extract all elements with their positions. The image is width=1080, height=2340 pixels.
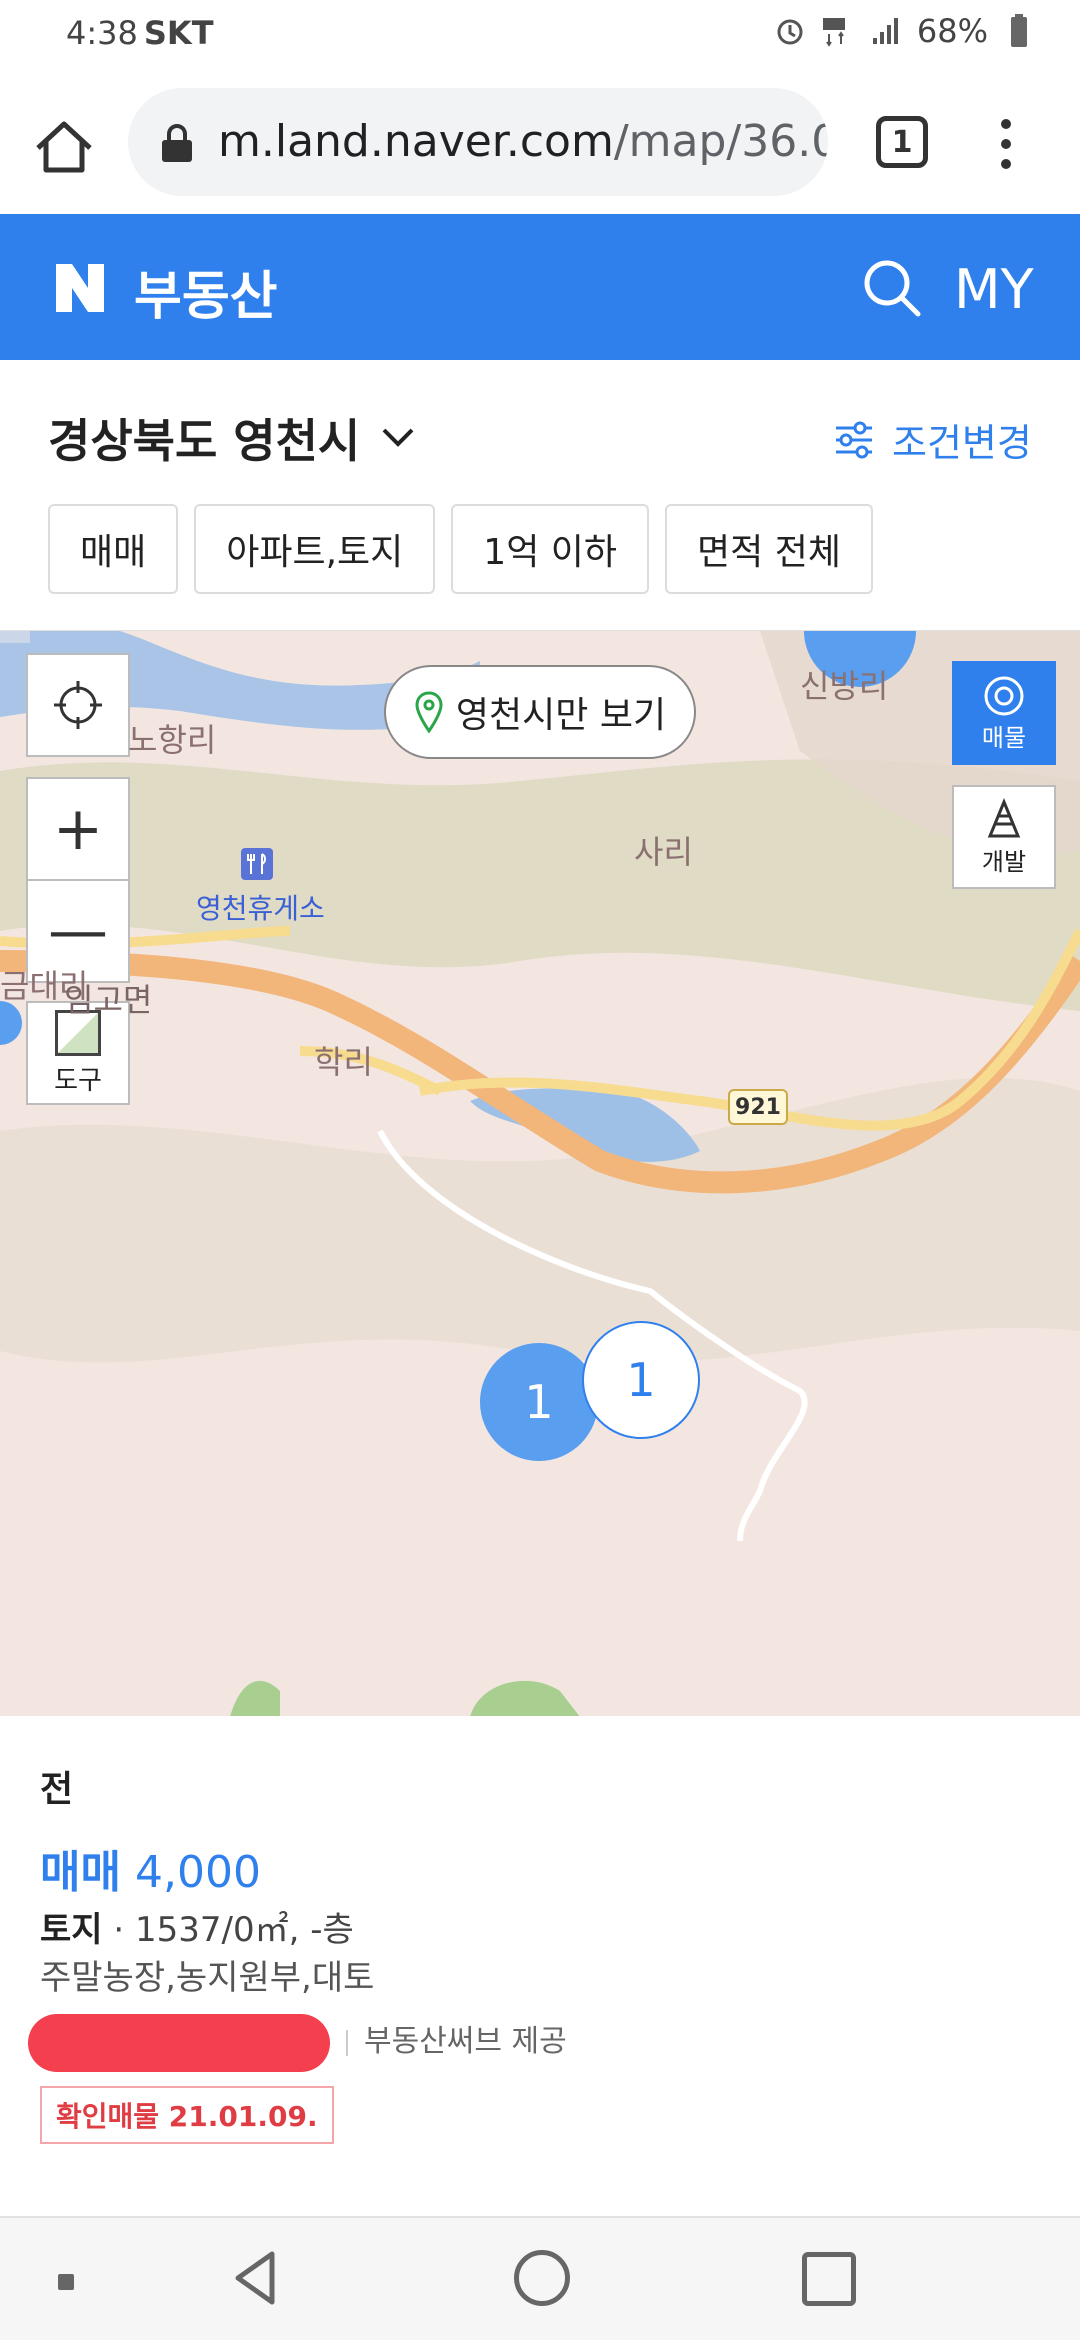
home-icon[interactable]	[28, 112, 100, 184]
agent-divider	[346, 2029, 348, 2056]
chevron-down-icon	[382, 428, 414, 447]
listing-cluster-selected[interactable]: 1	[582, 1321, 700, 1439]
change-conditions-label: 조건변경	[892, 421, 1032, 465]
lock-icon	[162, 124, 192, 162]
status-time: 4:38 SKT	[66, 14, 214, 52]
place-label: 노항리	[128, 721, 217, 759]
listing-layer-button[interactable]: 매물	[952, 661, 1056, 765]
deal-type: 매매	[40, 1847, 121, 1898]
place-label: 신방리	[800, 667, 889, 705]
map-background	[0, 631, 1080, 1716]
status-bar: 4:38 SKT 68%	[0, 0, 1080, 68]
my-button[interactable]: MY	[954, 258, 1034, 321]
chip-area[interactable]: 면적 전체	[665, 504, 873, 594]
target-icon	[984, 676, 1024, 715]
address-bar[interactable]: m.land.naver.com/map/36.04	[128, 88, 828, 196]
lte-icon	[822, 18, 845, 47]
battery-icon	[1011, 14, 1027, 47]
spec-value: 1537/0㎡, -층	[135, 1910, 354, 1950]
brand-title[interactable]: 부동산	[134, 254, 278, 329]
zoom-control: + —	[26, 777, 130, 983]
place-label-sari: 사리	[634, 833, 693, 871]
url-text: m.land.naver.com/map/36.04	[218, 116, 828, 167]
map-pin-icon	[415, 691, 443, 733]
status-icons: 68%	[773, 12, 1036, 50]
home-nav-icon[interactable]	[514, 2250, 570, 2306]
carrier-text: SKT	[143, 14, 214, 52]
verified-badge: 확인매물 21.01.09.	[40, 2086, 334, 2144]
current-location-button[interactable]	[26, 653, 130, 757]
listing-spec: 토지 · 1537/0㎡, -층	[40, 1910, 354, 1950]
back-icon[interactable]	[226, 2248, 286, 2308]
battery-text: 68%	[916, 12, 988, 50]
listing-card[interactable]: 전 매매 4,000 토지 · 1537/0㎡, -층 주말농장,농지원부,대토 …	[0, 1716, 1080, 2216]
tools-label: 도구	[54, 1065, 102, 1096]
signal-icon	[872, 18, 898, 44]
url-path: /map/36.04	[613, 116, 828, 167]
chip-price[interactable]: 1억 이하	[451, 504, 650, 594]
filter-sliders-icon	[836, 421, 872, 458]
screen: 4:38SKT 68% m.land.naver.com/map/36.04 1…	[0, 0, 1080, 2340]
chip-property-type[interactable]: 아파트,토지	[194, 504, 436, 594]
change-conditions-button[interactable]: 조건변경	[832, 412, 1032, 467]
nav-dot-icon[interactable]	[58, 2274, 74, 2290]
system-nav-bar	[0, 2216, 1080, 2340]
listing-title: 전	[40, 1769, 74, 1810]
cone-icon	[987, 797, 1021, 837]
listing-tags: 주말농장,농지원부,대토	[40, 1958, 375, 1998]
price-value: 4,000	[134, 1847, 261, 1898]
naver-logo[interactable]	[52, 260, 108, 316]
crosshair-icon	[54, 681, 102, 729]
district-label: 임고면	[64, 981, 153, 1019]
place-label-hakri: 학리	[314, 1043, 373, 1081]
listing-cluster[interactable]: 1	[480, 1343, 598, 1461]
city-only-toggle[interactable]: 영천시만 보기	[384, 665, 696, 759]
browser-toolbar: m.land.naver.com/map/36.04 1	[0, 68, 1080, 214]
app-header: 부동산 MY	[0, 214, 1080, 360]
provider-text: 부동산써브 제공	[364, 2024, 567, 2059]
map-view[interactable]: + — 도구 영천시만 보기 매물 개발 노항리 신방리 영천휴게소 금대리 임…	[0, 630, 1080, 1716]
zoom-in-button[interactable]: +	[28, 779, 128, 879]
tab-switcher-button[interactable]: 1	[876, 116, 928, 168]
region-selector[interactable]: 경상북도 영천시	[48, 405, 418, 471]
development-layer-label: 개발	[981, 847, 1027, 876]
url-host: m.land.naver.com	[218, 116, 614, 167]
city-only-label: 영천시만 보기	[455, 695, 667, 736]
rest-area-label: 영천휴게소	[196, 892, 325, 925]
recents-icon[interactable]	[802, 2252, 856, 2306]
restaurant-icon	[241, 848, 273, 880]
listing-price: 매매 4,000	[40, 1836, 261, 1900]
search-icon[interactable]	[860, 256, 924, 320]
chip-deal-type[interactable]: 매매	[48, 504, 179, 594]
listing-layer-label: 매물	[981, 723, 1027, 752]
filter-chips: 매매 아파트,토지 1억 이하 면적 전체	[48, 504, 873, 594]
redaction-mark	[28, 2014, 330, 2072]
more-menu-icon[interactable]	[990, 116, 1022, 172]
region-label: 경상북도 영천시	[48, 414, 361, 468]
route-marker: 921	[728, 1089, 788, 1125]
spec-key: 토지	[40, 1910, 103, 1950]
clock-text: 4:38	[66, 14, 138, 52]
development-layer-button[interactable]: 개발	[952, 785, 1056, 889]
alarm-icon	[777, 19, 803, 45]
